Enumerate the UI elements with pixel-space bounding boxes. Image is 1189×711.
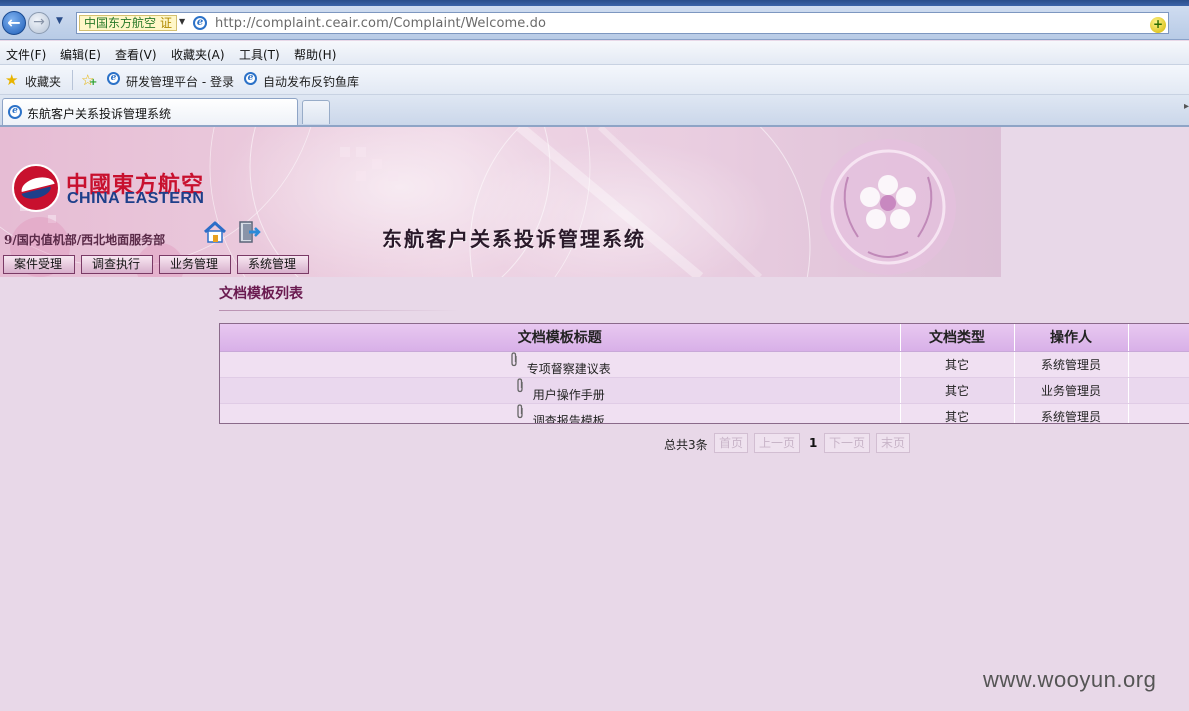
page-viewport: 中國東方航空 CHINA EASTERN 9/国内值机部/西北地面服务部 东航客… <box>0 127 1189 711</box>
pager-first-button[interactable]: 首页 <box>714 433 748 453</box>
column-header-operator: 操作人 <box>1014 324 1129 352</box>
table-header-row: 文档模板标题 文档类型 操作人 <box>220 324 1189 352</box>
certificate-badge[interactable]: 中国东方航空证 <box>79 15 178 31</box>
new-tab-button[interactable] <box>302 100 330 124</box>
flower-emblem-icon <box>820 139 956 275</box>
table-row: 专项督察建议表 其它 系统管理员 <box>220 351 1189 378</box>
home-icon[interactable] <box>202 219 228 245</box>
overflow-cell <box>1128 351 1189 378</box>
pager-last-button[interactable]: 末页 <box>876 433 910 453</box>
template-title-cell[interactable]: 调查报告模板 <box>220 403 901 424</box>
menu-view[interactable]: 查看(V) <box>115 46 157 63</box>
favorite-link-anti-phishing[interactable]: e 自动发布反钓鱼库 <box>244 72 360 90</box>
template-title[interactable]: 调查报告模板 <box>533 414 605 424</box>
certificate-label: 中国东方航空 <box>84 16 157 30</box>
overflow-cell <box>1128 403 1189 423</box>
paperclip-icon <box>517 377 523 392</box>
go-icon[interactable]: + <box>1150 17 1166 33</box>
overflow-cell <box>1128 377 1189 404</box>
section-title: 文档模板列表 <box>219 286 303 302</box>
template-title-cell[interactable]: 用户操作手册 <box>220 377 901 404</box>
ie-page-icon: e <box>8 105 22 119</box>
address-bar: ← → ▼ 中国东方航空证 ▼ e http://complaint.ceair… <box>0 6 1189 40</box>
pager-next-button[interactable]: 下一页 <box>824 433 870 453</box>
nav-investigation[interactable]: 调查执行 <box>81 255 153 274</box>
ie-page-icon: e <box>244 72 257 85</box>
watermark: www.wooyun.org <box>983 667 1157 692</box>
paperclip-icon <box>517 403 523 418</box>
add-favorite-icon[interactable]: ☆ + <box>81 71 97 89</box>
table-row: 调查报告模板 其它 系统管理员 <box>220 403 1189 424</box>
favorite-link-label: 自动发布反钓鱼库 <box>263 75 360 89</box>
template-title-cell[interactable]: 专项督察建议表 <box>220 351 901 378</box>
column-header-overflow <box>1128 324 1189 352</box>
favorites-bar: ★ 收藏夹 ☆ + e 研发管理平台 - 登录 e 自动发布反钓鱼库 <box>0 65 1189 95</box>
department-label: 9/国内值机部/西北地面服务部 <box>4 233 166 247</box>
tab-overflow-icon[interactable]: ▸ <box>1184 101 1189 112</box>
favorites-button[interactable]: 收藏夹 <box>25 73 61 90</box>
template-operator: 系统管理员 <box>1014 403 1129 423</box>
favorite-link-label: 研发管理平台 - 登录 <box>126 75 234 89</box>
nav-business-management[interactable]: 业务管理 <box>159 255 231 274</box>
section-divider <box>219 310 459 311</box>
menu-favorites[interactable]: 收藏夹(A) <box>171 46 225 63</box>
star-icon[interactable]: ★ <box>5 71 18 89</box>
table-row: 用户操作手册 其它 业务管理员 <box>220 377 1189 404</box>
ie-page-icon: e <box>193 16 207 30</box>
pager-total-count: 总共3条 <box>664 438 708 452</box>
menu-edit[interactable]: 编辑(E) <box>60 46 101 63</box>
column-header-title: 文档模板标题 <box>220 324 901 352</box>
url-field[interactable]: 中国东方航空证 ▼ e http://complaint.ceair.com/C… <box>76 12 1169 34</box>
certificate-icon: 证 <box>160 16 173 30</box>
template-operator: 系统管理员 <box>1014 351 1129 378</box>
menu-bar: 文件(F) 编辑(E) 查看(V) 收藏夹(A) 工具(T) 帮助(H) <box>0 41 1189 65</box>
history-dropdown-icon[interactable]: ▼ <box>56 16 63 26</box>
nav-system-management[interactable]: 系统管理 <box>237 255 309 274</box>
exit-icon[interactable] <box>236 219 262 245</box>
template-type: 其它 <box>900 377 1015 404</box>
certificate-dropdown-icon[interactable]: ▼ <box>179 17 185 26</box>
forward-button[interactable]: → <box>28 12 50 34</box>
tab-complaint-system[interactable]: e 东航客户关系投诉管理系统 <box>2 98 298 125</box>
url-text[interactable]: http://complaint.ceair.com/Complaint/Wel… <box>215 16 546 31</box>
tab-bar: e 东航客户关系投诉管理系统 ▸ <box>0 95 1189 127</box>
menu-tools[interactable]: 工具(T) <box>239 46 280 63</box>
tab-title: 东航客户关系投诉管理系统 <box>27 107 172 121</box>
favorites-separator <box>72 70 73 90</box>
favorite-link-rd-platform[interactable]: e 研发管理平台 - 登录 <box>107 72 234 90</box>
column-header-type: 文档类型 <box>900 324 1015 352</box>
template-title[interactable]: 专项督察建议表 <box>527 362 611 376</box>
paperclip-icon <box>511 351 517 366</box>
template-table: 文档模板标题 文档类型 操作人 专项督察建议表 其它 系统管理员 用户操作手册 … <box>219 323 1189 424</box>
template-type: 其它 <box>900 403 1015 423</box>
template-title[interactable]: 用户操作手册 <box>533 388 605 402</box>
nav-case-acceptance[interactable]: 案件受理 <box>3 255 75 274</box>
menu-file[interactable]: 文件(F) <box>6 46 46 63</box>
china-eastern-logo-icon <box>12 164 60 212</box>
system-title: 东航客户关系投诉管理系统 <box>382 227 646 251</box>
ie-page-icon: e <box>107 72 120 85</box>
template-operator: 业务管理员 <box>1014 377 1129 404</box>
pager-current-page: 1 <box>809 436 818 450</box>
template-type: 其它 <box>900 351 1015 378</box>
logo-english-name: CHINA EASTERN <box>67 190 205 207</box>
menu-help[interactable]: 帮助(H) <box>294 46 336 63</box>
pager-prev-button[interactable]: 上一页 <box>754 433 800 453</box>
back-button[interactable]: ← <box>2 11 26 35</box>
